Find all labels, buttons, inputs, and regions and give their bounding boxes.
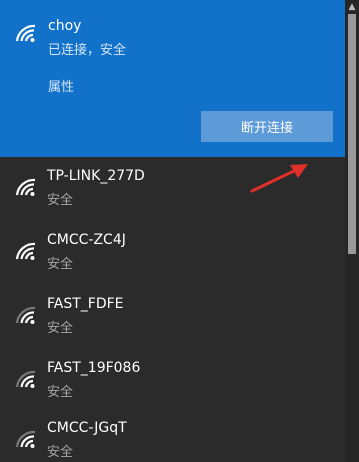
network-status: 安全 [47,385,74,400]
red-arrow-icon [248,160,312,200]
network-item-cmcc-zc4j[interactable]: CMCC-ZC4J 安全 [0,226,345,290]
network-name: TP-LINK_277D [47,168,145,184]
wifi-signal-icon [14,240,38,266]
network-name: choy [48,18,82,34]
network-name: FAST_FDFE [47,296,124,312]
network-item-cmcc-jgqt[interactable]: CMCC-JGqT 安全 [0,414,345,462]
network-name: CMCC-ZC4J [47,232,126,248]
properties-link[interactable]: 属性 [48,76,74,95]
connected-network-item[interactable]: choy 已连接，安全 属性 断开连接 [0,0,345,157]
wifi-signal-icon [14,428,38,454]
wifi-signal-icon [14,22,38,48]
network-status: 安全 [47,193,74,208]
network-status: 安全 [47,445,74,460]
network-status: 安全 [47,257,74,272]
scrollbar[interactable]: ▲ [345,0,359,462]
network-item-fast-19f086[interactable]: FAST_19F086 安全 [0,354,345,418]
network-status: 已连接，安全 [48,43,127,58]
network-name: CMCC-JGqT [47,420,127,436]
wifi-signal-icon [14,304,38,330]
network-item-fast-fdfe[interactable]: FAST_FDFE 安全 [0,290,345,354]
scroll-thumb[interactable] [348,14,356,254]
network-status: 安全 [47,321,74,336]
chevron-up-icon[interactable]: ▲ [345,0,359,14]
wifi-signal-icon [14,368,38,394]
network-name: FAST_19F086 [47,360,141,376]
wifi-flyout-panel: choy 已连接，安全 属性 断开连接 TP-LINK_277D 安全 CMCC… [0,0,359,462]
disconnect-button[interactable]: 断开连接 [201,111,333,142]
wifi-signal-icon [14,176,38,202]
